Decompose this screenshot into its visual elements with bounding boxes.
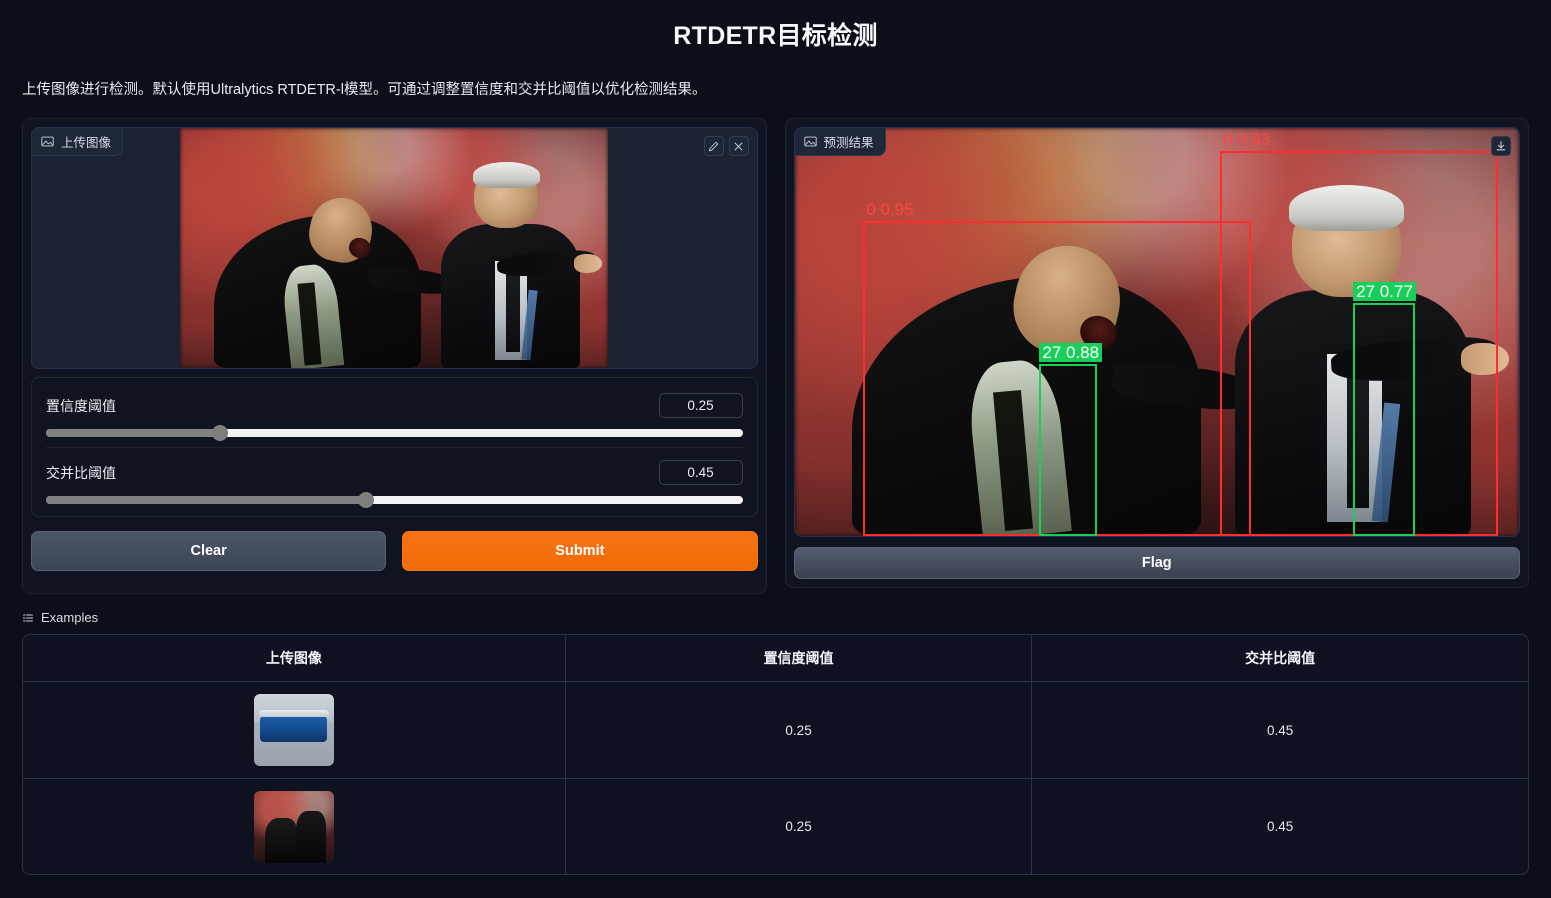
prediction-photo: 0 0.95 0 0.93 27 0.88 27 0.77	[794, 128, 1520, 536]
prediction-image-block[interactable]: 预测结果 0 0.95 0 0.93 27 0.88 27 0.77	[793, 127, 1520, 537]
right-column: 预测结果 0 0.95 0 0.93 27 0.88 27 0.77 Flag	[784, 118, 1529, 588]
submit-button[interactable]: Submit	[402, 531, 758, 571]
examples-table-head: 上传图像 置信度阈值 交并比阈值	[23, 635, 1528, 682]
pencil-icon	[708, 141, 719, 151]
upload-image-tag-label: 上传图像	[61, 136, 112, 150]
output-panel: 预测结果 0 0.95 0 0.93 27 0.88 27 0.77 Flag	[784, 118, 1529, 588]
input-panel: 上传图像 置信度阈值 0.25 交并比阈值 0.45 Clear Submit	[22, 118, 767, 594]
uploaded-photo	[180, 128, 609, 368]
detection-label: 27 0.77	[1353, 281, 1416, 301]
examples-header-row: 上传图像 置信度阈值 交并比阈值	[23, 635, 1528, 682]
examples-header: Examples	[22, 610, 1529, 625]
iou-slider[interactable]	[46, 492, 743, 508]
examples-table-body: 0.25 0.45 0.25 0.45	[23, 682, 1528, 874]
close-icon	[734, 142, 743, 150]
bus-thumbnail[interactable]	[253, 694, 334, 766]
left-column: 上传图像 置信度阈值 0.25 交并比阈值 0.45 Clear Submit	[22, 118, 767, 594]
iou-value-field[interactable]: 0.45	[658, 460, 743, 485]
download-button[interactable]	[1491, 136, 1511, 156]
detection-label: 0 0.93	[1222, 129, 1271, 149]
confidence-slider-head: 置信度阈值 0.25	[46, 393, 743, 418]
iou-slider-thumb[interactable]	[358, 492, 375, 508]
table-row[interactable]: 0.25 0.45	[23, 778, 1528, 874]
col-header-confidence: 置信度阈值	[564, 635, 1032, 682]
example-confidence-cell: 0.25	[564, 682, 1032, 778]
page-title: RTDETR目标检测	[673, 22, 878, 50]
main-columns: 上传图像 置信度阈值 0.25 交并比阈值 0.45 Clear Submit …	[0, 99, 1551, 594]
prediction-tag-label: 预测结果	[823, 136, 874, 150]
uploaded-photo-wrap	[32, 128, 757, 368]
prediction-tools	[1491, 136, 1511, 156]
app-root: RTDETR目标检测 上传图像进行检测。默认使用Ultralytics RTDE…	[0, 0, 1551, 898]
example-iou-cell: 0.45	[1031, 778, 1528, 874]
edit-image-button[interactable]	[703, 136, 724, 156]
prediction-tag: 预测结果	[794, 128, 886, 156]
confidence-value-field[interactable]: 0.25	[658, 393, 743, 418]
confidence-slider-row: 置信度阈值 0.25	[46, 388, 743, 441]
examples-table: 上传图像 置信度阈值 交并比阈值 0.25 0.45 0.25 0.45	[22, 634, 1529, 875]
example-iou-cell: 0.45	[1031, 682, 1528, 778]
list-icon	[23, 614, 33, 621]
upload-image-tools	[703, 136, 749, 156]
threshold-controls: 置信度阈值 0.25 交并比阈值 0.45	[31, 377, 758, 517]
confidence-slider-label: 置信度阈值	[46, 397, 116, 414]
clear-image-button[interactable]	[728, 136, 749, 156]
upload-image-tag: 上传图像	[32, 128, 124, 156]
detection-overlay: 0 0.95 0 0.93 27 0.88 27 0.77	[795, 128, 1520, 536]
examples-title: Examples	[41, 610, 99, 625]
iou-slider-fill	[46, 496, 367, 504]
detection-box	[1353, 302, 1416, 536]
iou-slider-label: 交并比阈值	[46, 464, 116, 481]
coaches-thumbnail[interactable]	[253, 790, 334, 863]
detection-label: 0 0.95	[866, 199, 914, 219]
flag-button[interactable]: Flag	[793, 547, 1520, 579]
examples-section: Examples 上传图像 置信度阈值 交并比阈值 0.25 0.45 0.25…	[0, 594, 1551, 875]
example-thumbnail-cell[interactable]	[23, 778, 565, 874]
upload-image-block[interactable]: 上传图像	[31, 127, 758, 369]
confidence-slider[interactable]	[46, 425, 743, 441]
action-buttons: Clear Submit	[31, 531, 758, 571]
example-thumbnail-cell[interactable]	[23, 682, 565, 778]
clear-button[interactable]: Clear	[31, 531, 387, 571]
example-confidence-cell: 0.25	[564, 778, 1032, 874]
page-description: 上传图像进行检测。默认使用Ultralytics RTDETR-l模型。可通过调…	[22, 82, 707, 98]
confidence-slider-fill	[46, 429, 221, 437]
col-header-image: 上传图像	[23, 635, 565, 682]
col-header-iou: 交并比阈值	[1031, 635, 1528, 682]
table-row[interactable]: 0.25 0.45	[23, 682, 1528, 778]
detection-label: 27 0.88	[1039, 343, 1103, 363]
iou-slider-row: 交并比阈值 0.45	[46, 447, 743, 508]
iou-slider-head: 交并比阈值 0.45	[46, 460, 743, 485]
download-icon	[1496, 141, 1506, 151]
confidence-slider-thumb[interactable]	[212, 425, 229, 441]
photo-figure-right	[403, 161, 603, 368]
image-icon	[41, 136, 54, 147]
detection-box	[1039, 364, 1098, 536]
image-icon	[803, 136, 817, 147]
